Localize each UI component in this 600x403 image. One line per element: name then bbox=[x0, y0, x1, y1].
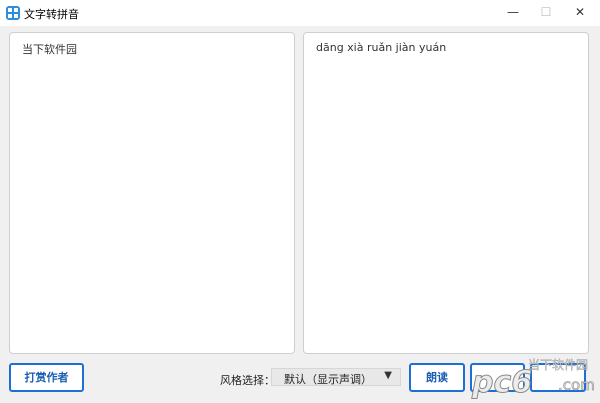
maximize-icon[interactable]: ☐ bbox=[531, 0, 561, 26]
output-text: dāng xià ruǎn jiàn yuán bbox=[316, 41, 447, 54]
chevron-down-icon: ▼ bbox=[384, 370, 392, 381]
window-title: 文字转拼音 bbox=[24, 8, 79, 21]
title-bar: 文字转拼音 — ☐ ✕ bbox=[0, 0, 600, 26]
read-aloud-button[interactable]: 朗读 bbox=[409, 363, 465, 392]
reward-author-button[interactable]: 打赏作者 bbox=[9, 363, 84, 392]
close-icon[interactable]: ✕ bbox=[565, 0, 595, 26]
copy-button[interactable] bbox=[470, 363, 525, 392]
minimize-icon[interactable]: — bbox=[498, 0, 528, 26]
output-textarea[interactable]: dāng xià ruǎn jiàn yuán bbox=[303, 32, 589, 354]
input-text: 当下软件园 bbox=[22, 43, 77, 56]
style-select[interactable]: 默认（显示声调） ▼ bbox=[271, 368, 401, 386]
style-select-value: 默认（显示声调） bbox=[284, 373, 372, 386]
style-label: 风格选择： bbox=[220, 374, 275, 387]
app-icon bbox=[6, 6, 20, 20]
input-textarea[interactable]: 当下软件园 bbox=[9, 32, 295, 354]
clear-button[interactable] bbox=[530, 363, 586, 392]
